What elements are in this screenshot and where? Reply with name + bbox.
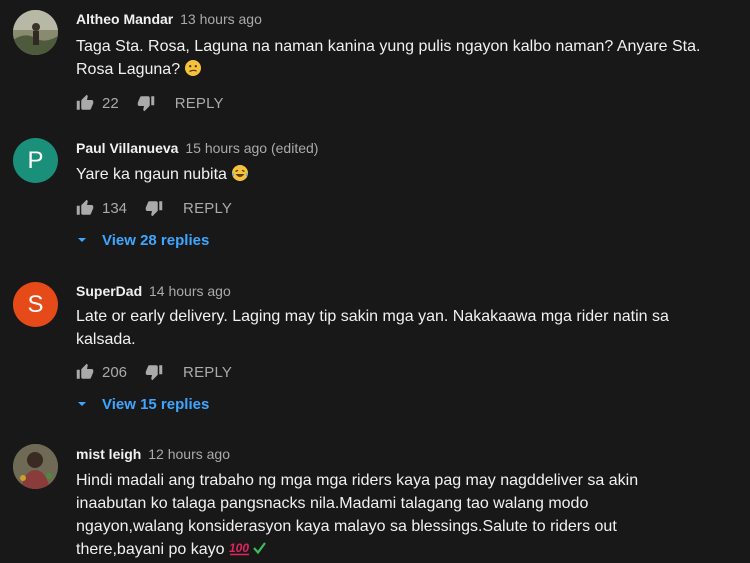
thumbs-down-icon [145, 365, 163, 381]
dislike-button[interactable] [137, 94, 155, 112]
comment-text-content: Late or early delivery. Laging may tip s… [76, 308, 669, 348]
author-name[interactable]: mist leigh [76, 446, 141, 462]
comment-timestamp[interactable]: 14 hours ago [149, 283, 231, 299]
avatar[interactable]: P [13, 138, 58, 183]
hundred-points-and-check-icon: 100 [229, 541, 266, 556]
dislike-button[interactable] [145, 199, 163, 217]
thumbs-down-icon [145, 201, 163, 217]
reply-button[interactable]: REPLY [183, 364, 232, 381]
thumbs-up-icon [76, 199, 94, 215]
reply-button[interactable]: REPLY [183, 200, 232, 217]
avatar[interactable] [13, 444, 58, 489]
avatar[interactable] [13, 10, 58, 55]
comment-text-content: Taga Sta. Rosa, Laguna na naman kanina y… [76, 38, 701, 78]
comment-actions: 134 REPLY [76, 197, 232, 219]
comment-actions: 206 REPLY [76, 361, 232, 383]
like-count: 134 [102, 199, 128, 217]
comment-text-content: Yare ka ngaun nubita [76, 166, 227, 183]
view-replies-button[interactable]: View 28 replies [76, 229, 209, 251]
thumbs-up-icon [76, 363, 94, 379]
comment-text-content: Hindi madali ang trabaho ng mga mga ride… [76, 472, 639, 558]
like-button[interactable] [76, 363, 94, 381]
like-count: 206 [102, 363, 128, 381]
view-replies-label: View 28 replies [102, 231, 210, 249]
svg-text:100: 100 [229, 541, 249, 555]
view-replies-label: View 15 replies [102, 395, 210, 413]
comment-timestamp[interactable]: 12 hours ago [148, 446, 230, 462]
laughing-face-icon [231, 165, 248, 181]
confused-face-icon [185, 60, 202, 76]
avatar-letter: S [27, 291, 44, 318]
like-count: 22 [102, 94, 119, 112]
thumbs-up-icon [76, 94, 94, 110]
reply-button[interactable]: REPLY [175, 95, 224, 112]
avatar-photo-icon [13, 444, 58, 489]
comment-text: Hindi madali ang trabaho ng mga mga ride… [76, 469, 676, 561]
comment-text: Yare ka ngaun nubita [76, 163, 706, 186]
comment-timestamp[interactable]: 13 hours ago [180, 11, 262, 27]
like-button[interactable] [76, 94, 94, 112]
dislike-button[interactable] [145, 363, 163, 381]
view-replies-button[interactable]: View 15 replies [76, 393, 209, 415]
author-name[interactable]: SuperDad [76, 283, 142, 299]
comment-actions: 22 REPLY [76, 92, 224, 114]
avatar-photo-icon [13, 10, 58, 55]
comment-text: Taga Sta. Rosa, Laguna na naman kanina y… [76, 35, 706, 81]
author-name[interactable]: Altheo Mandar [76, 11, 173, 27]
comment-timestamp[interactable]: 15 hours ago (edited) [185, 140, 318, 156]
chevron-down-icon [78, 402, 86, 406]
author-name[interactable]: Paul Villanueva [76, 140, 178, 156]
avatar-letter: P [27, 147, 44, 174]
thumbs-down-icon [137, 96, 154, 112]
comment-text: Late or early delivery. Laging may tip s… [76, 305, 706, 351]
like-button[interactable] [76, 199, 94, 217]
avatar[interactable]: S [13, 282, 58, 327]
chevron-down-icon [78, 238, 86, 242]
